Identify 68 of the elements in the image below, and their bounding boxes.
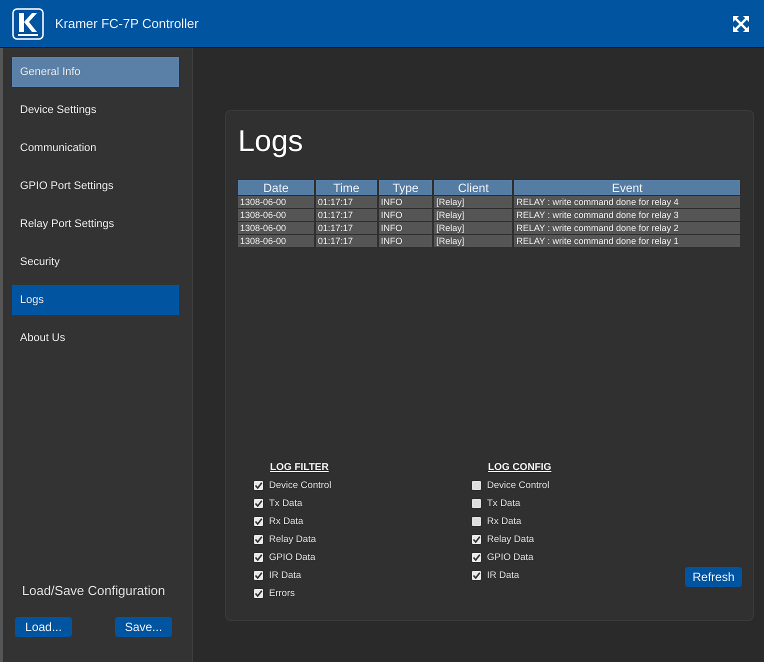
log-config-heading: LOG CONFIG — [488, 462, 552, 473]
checkbox-label: Tx Data — [269, 498, 302, 508]
checkbox[interactable] — [472, 516, 481, 526]
checkbox[interactable] — [254, 588, 263, 598]
table-cell: [Relay] — [434, 235, 512, 247]
load-button[interactable]: Load... — [15, 617, 72, 637]
table-cell: 01:17:17 — [316, 222, 377, 234]
checkbox[interactable] — [254, 516, 263, 526]
table-cell: INFO — [378, 209, 432, 221]
checkbox[interactable] — [472, 570, 481, 580]
column-header: Time — [316, 180, 377, 195]
checkbox[interactable] — [472, 534, 481, 544]
table-cell: 1308-06-00 — [238, 222, 314, 234]
sidebar-item[interactable]: About Us — [12, 323, 179, 353]
checkbox[interactable] — [254, 480, 263, 490]
checkbox[interactable] — [472, 552, 481, 562]
table-cell: INFO — [378, 222, 432, 234]
checkbox-label: Errors — [269, 588, 295, 598]
checkbox-label: Rx Data — [269, 516, 304, 526]
table-cell: [Relay] — [434, 209, 512, 221]
sidebar-item[interactable]: GPIO Port Settings — [12, 171, 179, 201]
checkbox[interactable] — [472, 480, 481, 490]
save-button[interactable]: Save... — [115, 617, 172, 637]
table-cell: RELAY : write command done for relay 3 — [514, 209, 740, 221]
checkbox-label: Relay Data — [487, 534, 534, 544]
checkbox[interactable] — [472, 498, 481, 508]
checkbox-label: Device Control — [269, 480, 332, 490]
checkbox[interactable] — [254, 498, 263, 508]
sidebar-item[interactable]: Device Settings — [12, 95, 179, 125]
checkbox[interactable] — [254, 570, 263, 580]
table-cell: 01:17:17 — [316, 235, 377, 247]
checkbox-label: Rx Data — [487, 516, 522, 526]
logo-icon — [12, 8, 44, 40]
sidebar-item[interactable]: Security — [12, 247, 179, 277]
table-cell: RELAY : write command done for relay 1 — [514, 235, 740, 247]
checkbox-label: GPIO Data — [269, 552, 316, 562]
sidebar-item[interactable]: Logs — [12, 285, 179, 315]
table-cell: 01:17:17 — [316, 209, 377, 221]
refresh-button[interactable]: Refresh — [685, 567, 742, 587]
fullscreen-icon[interactable] — [732, 14, 750, 32]
table-cell: 1308-06-00 — [238, 209, 314, 221]
table-cell: INFO — [378, 196, 432, 208]
column-header: Type — [378, 180, 432, 195]
checkbox-label: IR Data — [269, 570, 302, 580]
checkbox[interactable] — [254, 534, 263, 544]
checkbox-label: Device Control — [487, 480, 550, 490]
table-cell: 1308-06-00 — [238, 235, 314, 247]
sidebar-item[interactable]: Relay Port Settings — [12, 209, 179, 239]
load-save-title: Load/Save Configuration — [22, 583, 166, 598]
log-filter-heading: LOG FILTER — [270, 462, 330, 473]
column-header: Event — [514, 180, 740, 195]
page-title: Logs — [238, 125, 304, 159]
column-header: Date — [238, 180, 314, 195]
table-cell: 01:17:17 — [316, 196, 377, 208]
table-cell: INFO — [378, 235, 432, 247]
column-header: Client — [434, 180, 512, 195]
checkbox-label: IR Data — [487, 570, 520, 580]
checkbox-label: Tx Data — [487, 498, 520, 508]
checkbox-label: Relay Data — [269, 534, 316, 544]
table-cell: [Relay] — [434, 196, 512, 208]
table-cell: [Relay] — [434, 222, 512, 234]
table-cell: RELAY : write command done for relay 4 — [514, 196, 740, 208]
checkbox[interactable] — [254, 552, 263, 562]
table-cell: 1308-06-00 — [238, 196, 314, 208]
sidebar-item[interactable]: Communication — [12, 133, 179, 163]
checkbox-label: GPIO Data — [487, 552, 534, 562]
table-cell: RELAY : write command done for relay 2 — [514, 222, 740, 234]
window-title: Kramer FC-7P Controller — [55, 16, 199, 31]
